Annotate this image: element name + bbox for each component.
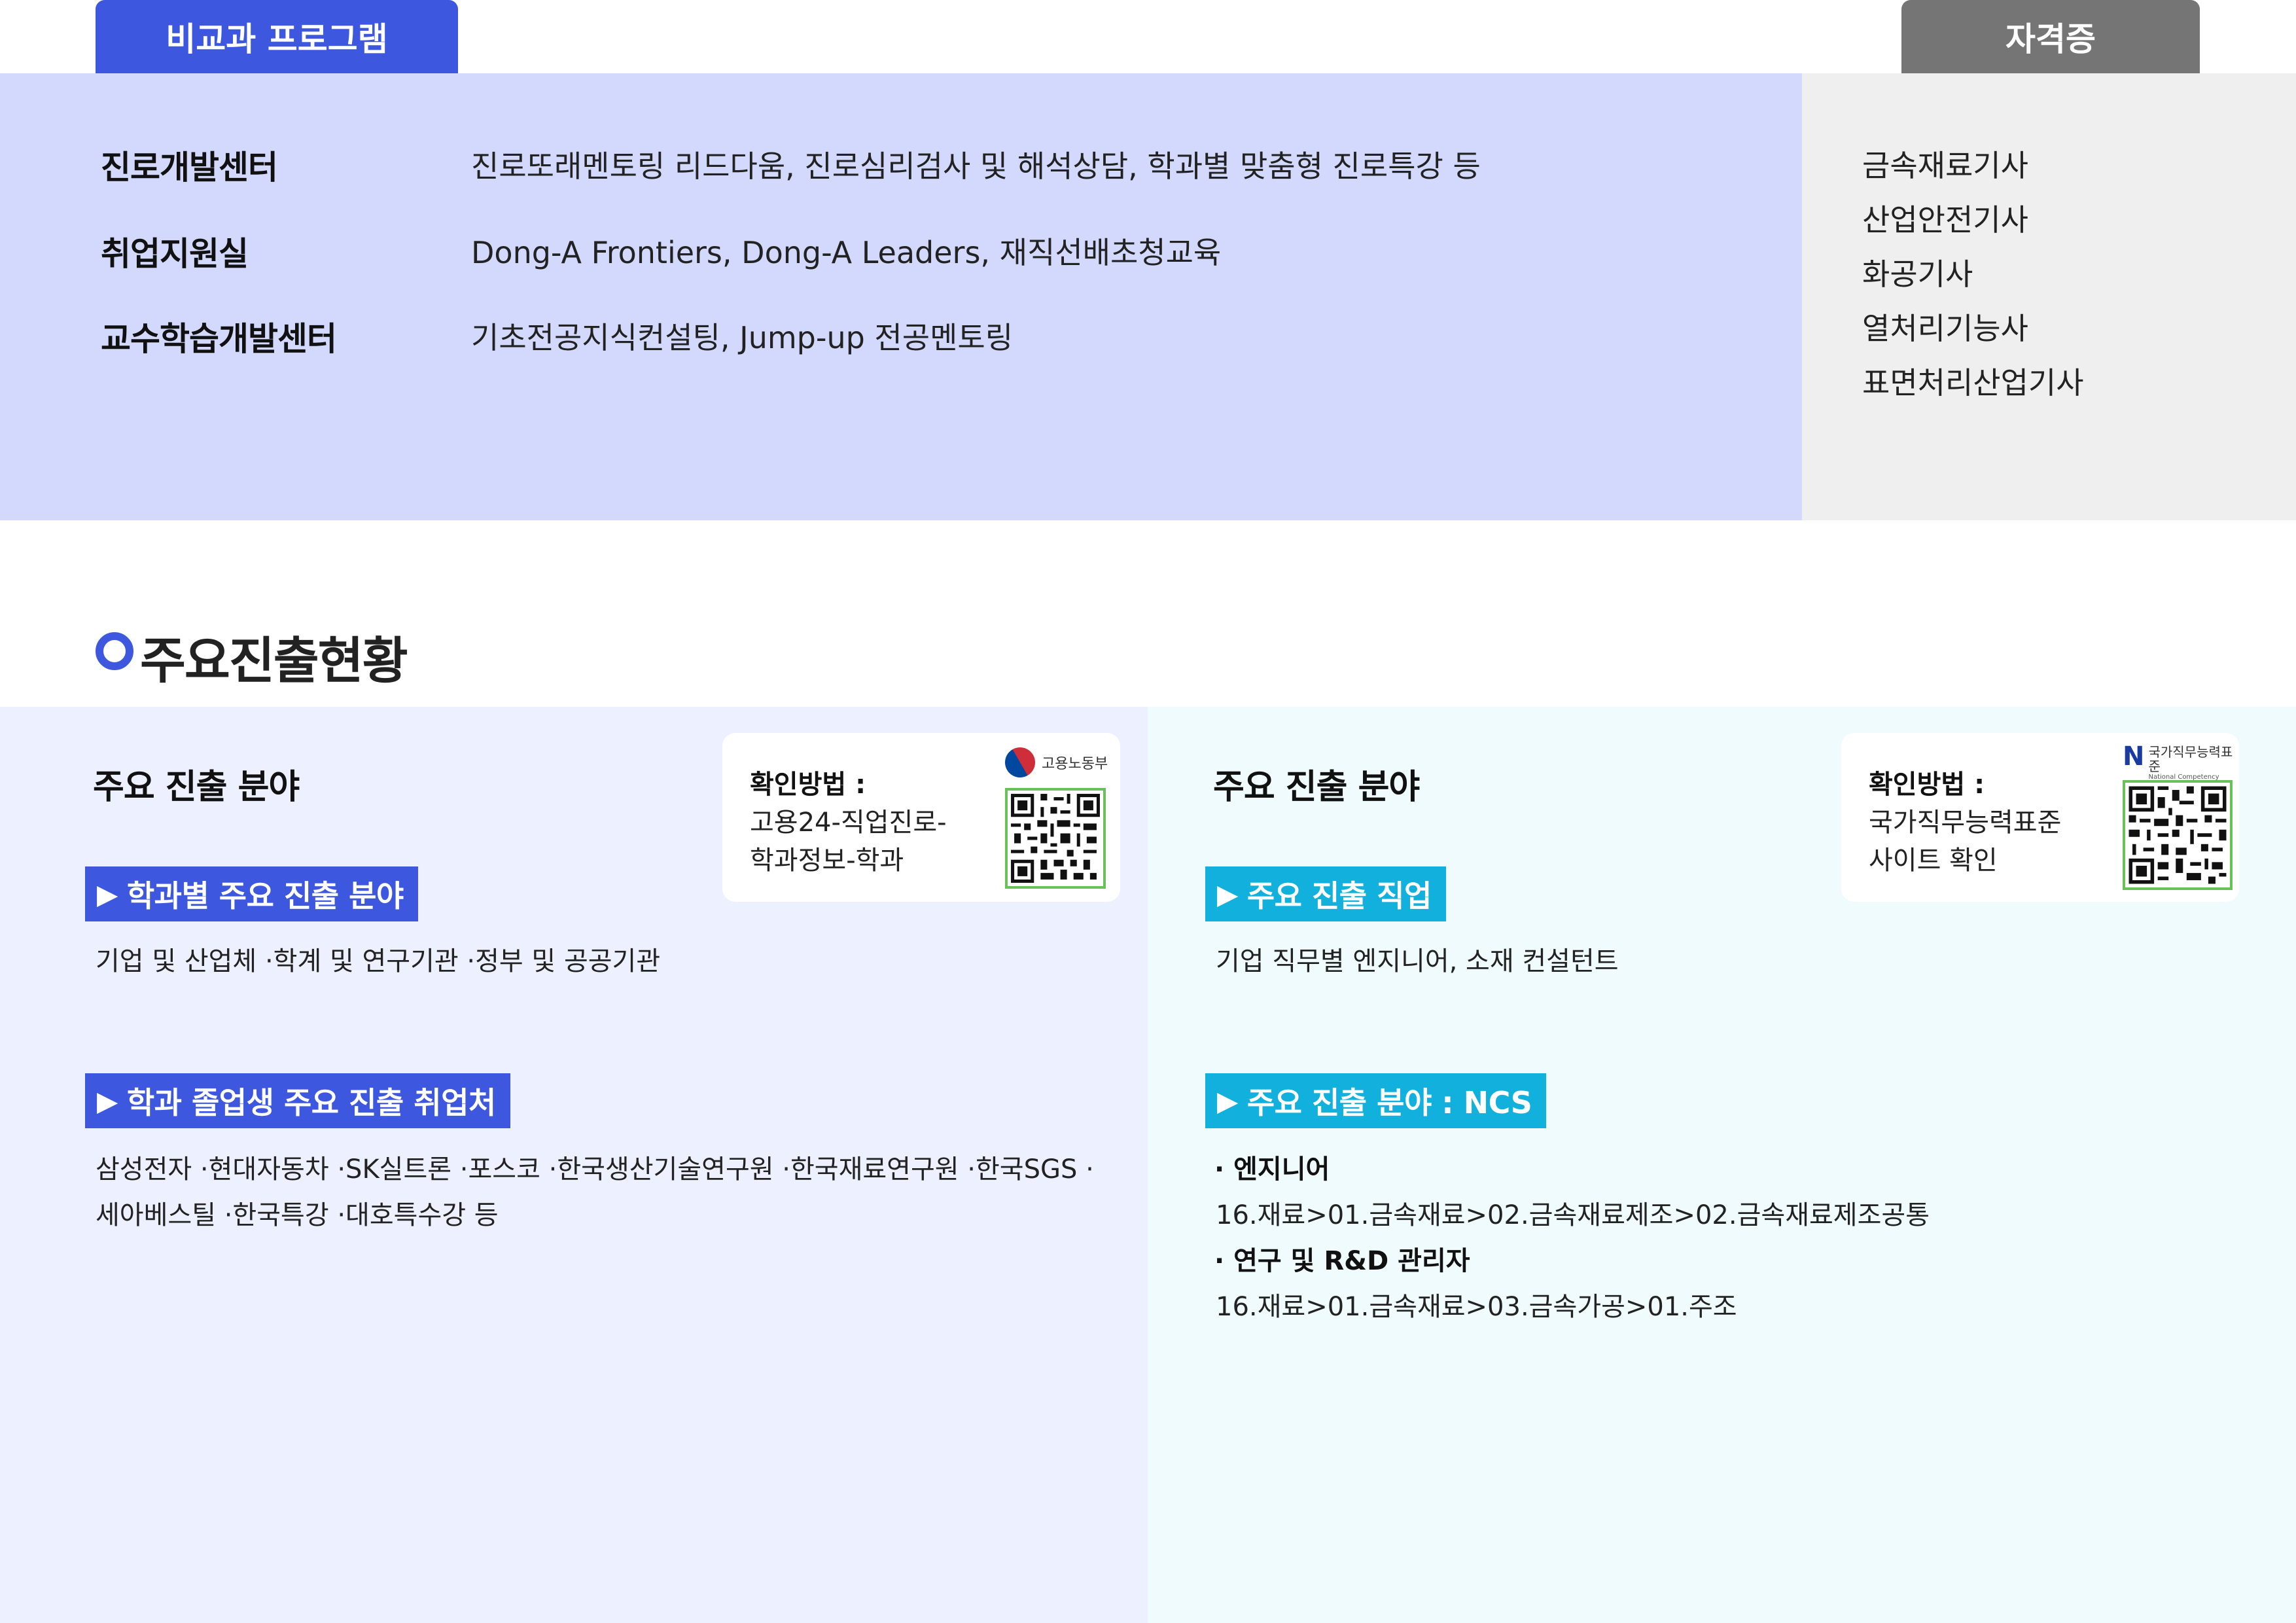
tab-nonsubject-program[interactable]: 비교과 프로그램	[96, 0, 458, 73]
employer-list-line: 세아베스틸 ·한국특강 ·대호특수강 등	[96, 1200, 499, 1230]
right-jobs-text: 기업 직무별 엔지니어, 소재 컨설턴트	[1216, 946, 1619, 976]
certificate-item: 화공기사	[1862, 257, 1973, 292]
right-qr-card: 확인방법 : 국가직무능력표준 사이트 확인 N 국가직무능력표준 Nation…	[1841, 733, 2239, 902]
qr-code-graphic	[2125, 783, 2230, 887]
moel-logo: 고용노동부	[999, 741, 1108, 783]
tag-graduate-employers: ▶ 학과 졸업생 주요 진출 취업처	[85, 1073, 510, 1128]
program-name-teaching-center: 교수학습개발센터	[101, 320, 337, 358]
play-arrow-icon: ▶	[97, 1084, 118, 1117]
certificate-item: 표면처리산업기사	[1862, 365, 2084, 401]
right-qr-line: 국가직무능력표준	[1869, 808, 2062, 838]
ncs-path: 16.재료>01.금속재료>03.금속가공>01.주조	[1216, 1292, 1737, 1322]
section-title: 주요진출현황	[140, 632, 408, 690]
tag-ncs-fields: ▶ 주요 진출 분야 : NCS	[1205, 1073, 1547, 1128]
ncs-label: · 엔지니어	[1214, 1154, 1330, 1185]
tag-career-jobs: ▶ 주요 진출 직업	[1205, 866, 1446, 921]
tab-certificate[interactable]: 자격증	[1901, 0, 2200, 73]
certificate-list: 금속재료기사 산업안전기사 화공기사 열처리기능사 표면처리산업기사	[1862, 141, 2084, 413]
program-desc-employment-office: Dong-A Frontiers, Dong-A Leaders, 재직선배초청…	[471, 235, 1222, 270]
play-arrow-icon: ▶	[1217, 878, 1238, 910]
moel-emblem-icon	[999, 741, 1041, 783]
program-desc-career-center: 진로또래멘토링 리드다움, 진로심리검사 및 해석상담, 학과별 맞춤형 진로특…	[471, 149, 1481, 184]
ncs-mark-icon: N	[2123, 741, 2145, 772]
certificate-item: 산업안전기사	[1862, 202, 2028, 238]
certificate-item: 열처리기능사	[1862, 311, 2028, 346]
tag-label: 학과 졸업생 주요 진출 취업처	[126, 1085, 496, 1120]
qr-code-icon[interactable]	[1005, 788, 1106, 889]
play-arrow-icon: ▶	[97, 878, 118, 910]
left-fields-text: 기업 및 산업체 ·학계 및 연구기관 ·정부 및 공공기관	[96, 946, 661, 976]
program-desc-teaching-center: 기초전공지식컨설팅, Jump-up 전공멘토링	[471, 320, 1014, 355]
left-qr-title: 확인방법 :	[750, 770, 866, 800]
ncs-path: 16.재료>01.금속재료>02.금속재료제조>02.금속재료제조공통	[1216, 1200, 1930, 1230]
qr-code-graphic	[1008, 791, 1103, 886]
left-area-heading: 주요 진출 분야	[93, 768, 300, 807]
program-panel	[0, 73, 1802, 520]
left-qr-card: 확인방법 : 고용24-직업진로- 학과정보-학과 고용노동부	[722, 733, 1120, 902]
qr-code-icon[interactable]	[2123, 780, 2233, 890]
certificate-item: 금속재료기사	[1862, 148, 2028, 183]
right-qr-title: 확인방법 :	[1869, 770, 1985, 800]
right-qr-line: 사이트 확인	[1869, 846, 1998, 876]
right-area-heading: 주요 진출 분야	[1213, 768, 1420, 807]
tag-dept-career-fields: ▶ 학과별 주요 진출 분야	[85, 866, 418, 921]
ncs-label: · 연구 및 R&D 관리자	[1214, 1246, 1470, 1276]
tag-label: 주요 진출 분야 : NCS	[1246, 1085, 1532, 1120]
program-name-employment-office: 취업지원실	[101, 235, 249, 273]
tag-label: 주요 진출 직업	[1246, 878, 1432, 914]
left-qr-line: 학과정보-학과	[750, 846, 904, 876]
employer-list-line: 삼성전자 ·현대자동차 ·SK실트론 ·포스코 ·한국생산기술연구원 ·한국재료…	[96, 1154, 1094, 1185]
program-name-career-center: 진로개발센터	[101, 149, 278, 187]
left-qr-line: 고용24-직업진로-	[750, 808, 947, 838]
tag-label: 학과별 주요 진출 분야	[126, 878, 404, 914]
ncs-logo-text: 국가직무능력표준	[2148, 744, 2233, 774]
moel-logo-text: 고용노동부	[1042, 756, 1108, 772]
play-arrow-icon: ▶	[1217, 1084, 1238, 1117]
ring-icon	[96, 632, 133, 670]
